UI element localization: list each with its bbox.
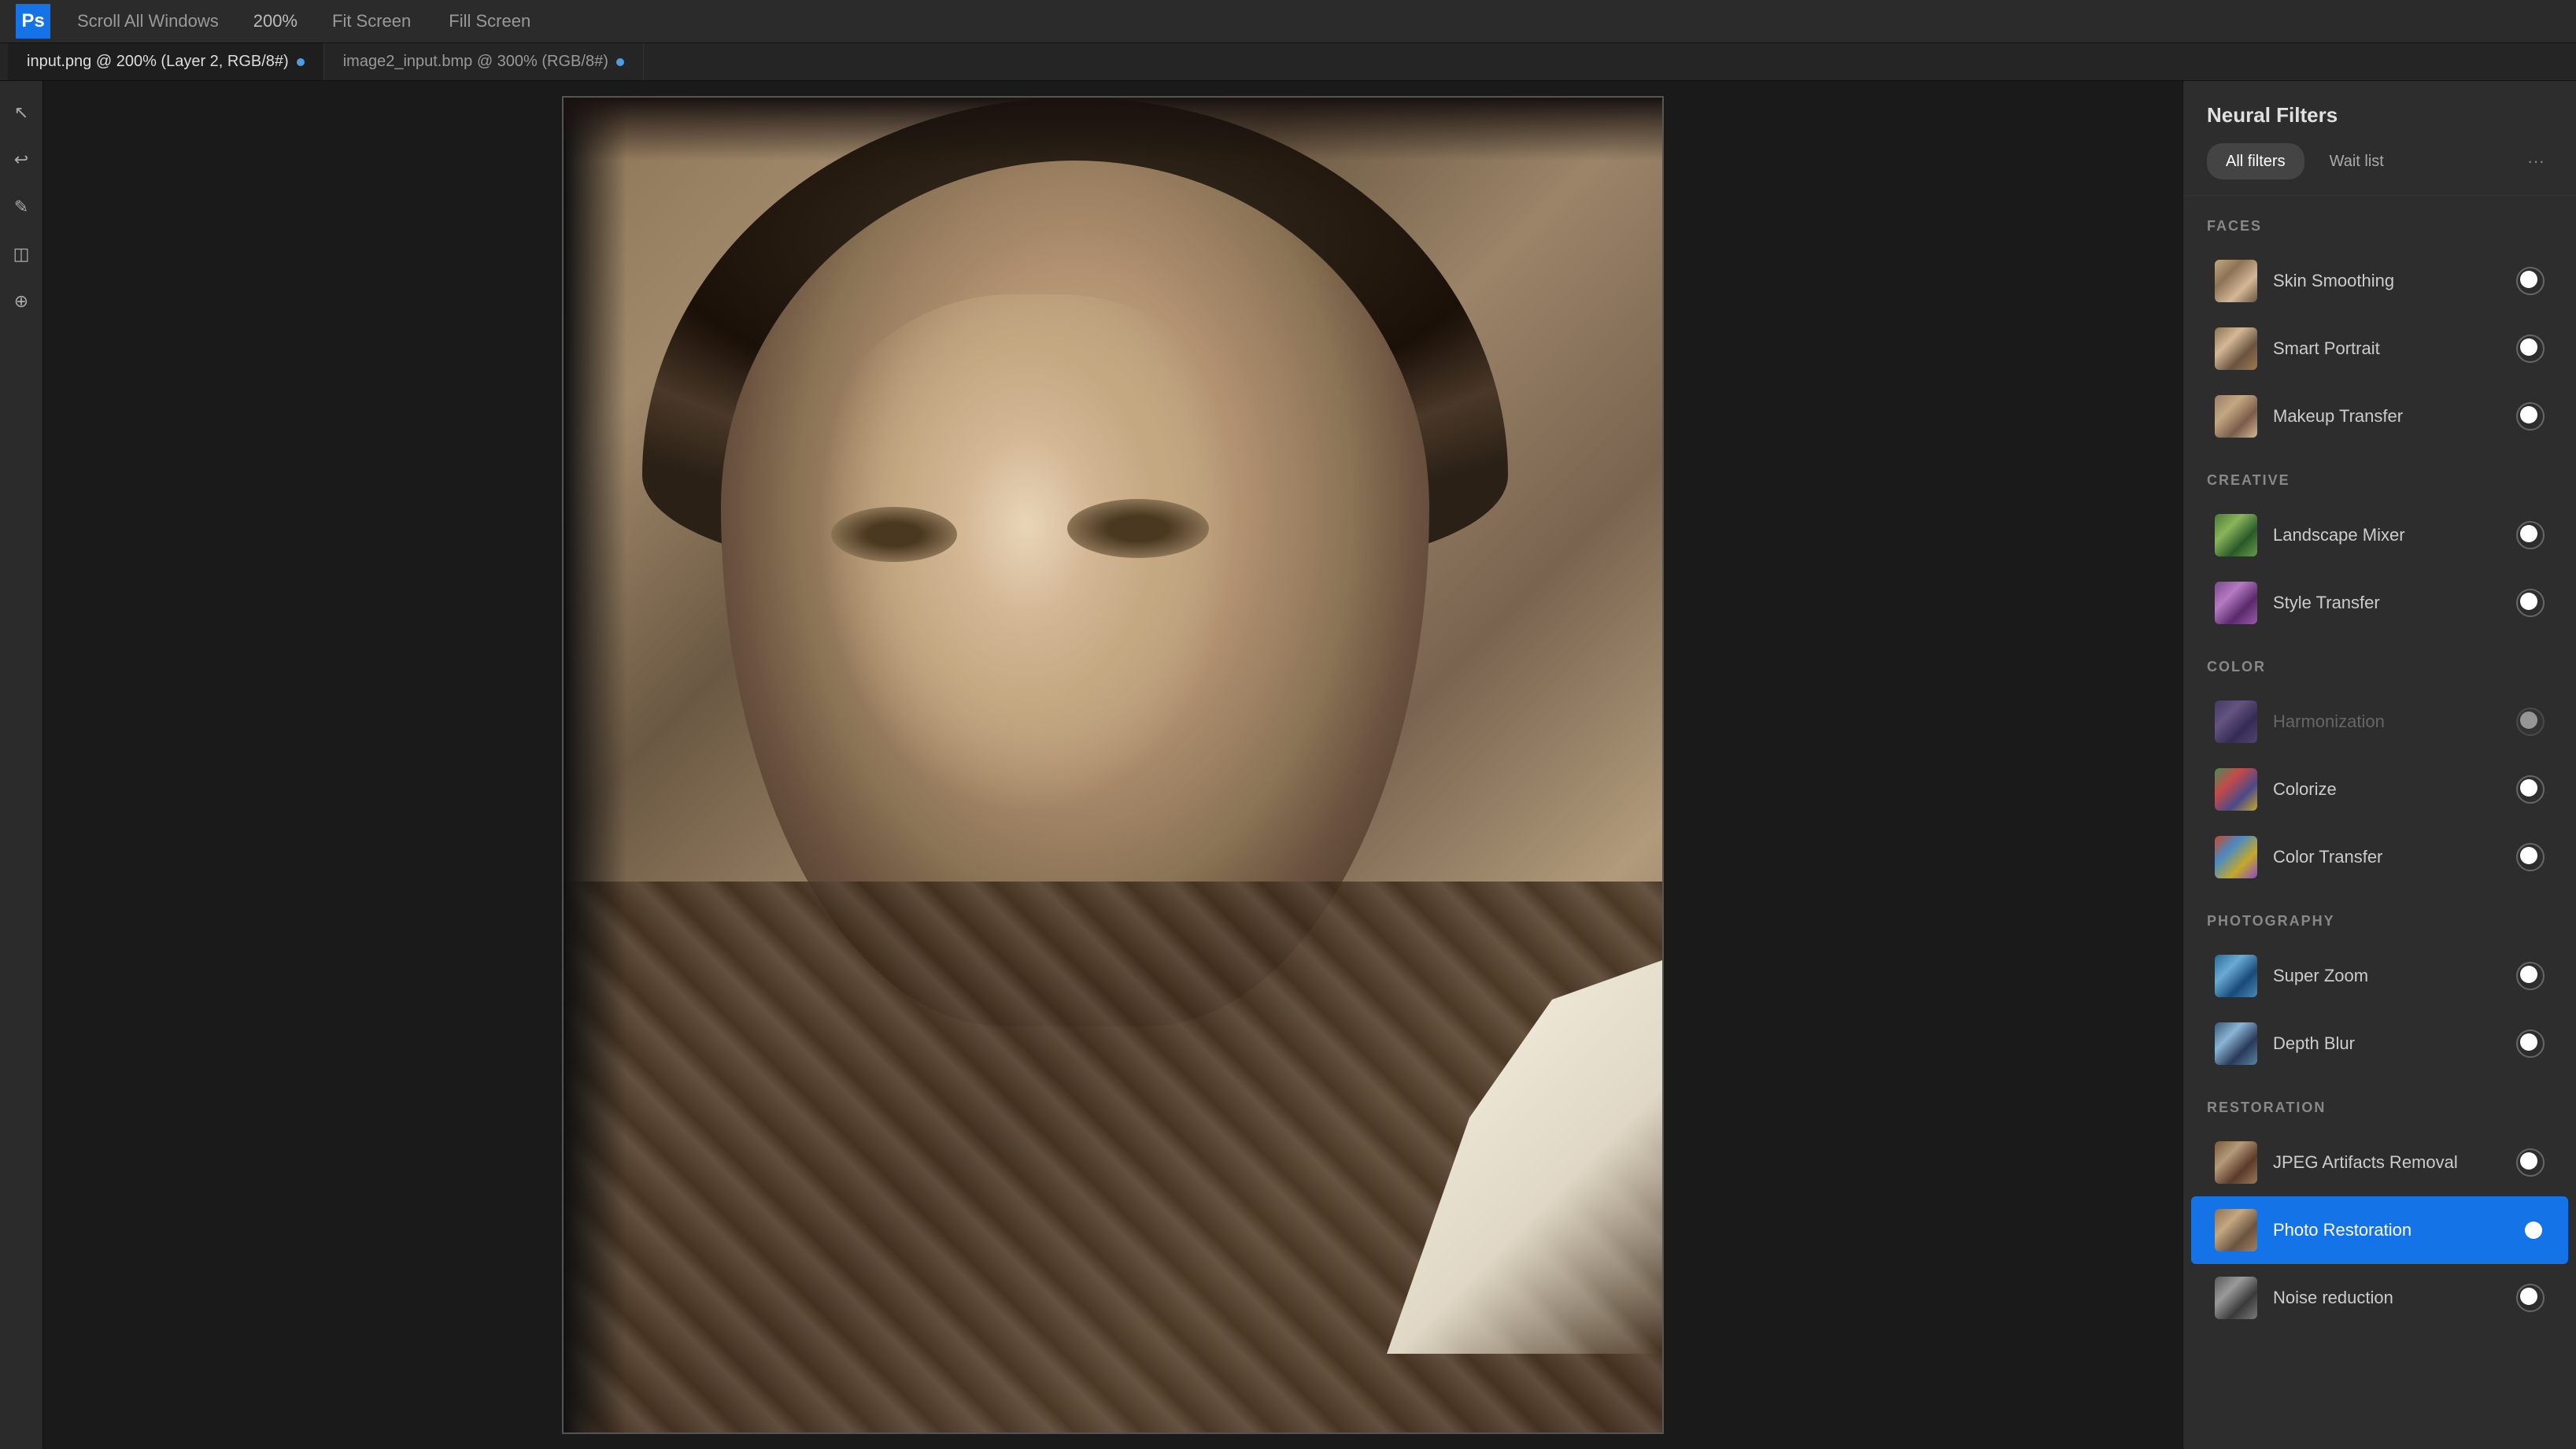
- tab-input-png[interactable]: input.png @ 200% (Layer 2, RGB/8#): [8, 43, 324, 80]
- photo-container: [381, 81, 1845, 1449]
- toggle-makeup-transfer[interactable]: +: [2516, 402, 2545, 431]
- tab-modified-indicator: [297, 58, 305, 66]
- filter-name-color-transfer: Color Transfer: [2273, 847, 2516, 867]
- tab-bar: input.png @ 200% (Layer 2, RGB/8#) image…: [0, 43, 2576, 81]
- history-tool[interactable]: ↩: [6, 144, 37, 176]
- filter-thumb-super-zoom: [2215, 955, 2257, 997]
- filter-jpeg-artifacts[interactable]: JPEG Artifacts Removal +: [2191, 1129, 2568, 1196]
- filter-thumb-jpeg-artifacts: [2215, 1141, 2257, 1184]
- panel-tabs: All filters Wait list ···: [2207, 143, 2552, 179]
- panel-title: Neural Filters: [2207, 103, 2552, 128]
- filter-thumb-makeup-transfer: [2215, 395, 2257, 438]
- filter-name-smart-portrait: Smart Portrait: [2273, 338, 2516, 359]
- filter-style-transfer[interactable]: Style Transfer +: [2191, 569, 2568, 637]
- filter-thumb-colorize: [2215, 768, 2257, 811]
- more-options-button[interactable]: ···: [2519, 143, 2552, 179]
- filter-thumb-color-transfer: [2215, 836, 2257, 878]
- filter-thumb-landscape-mixer: [2215, 514, 2257, 556]
- section-photography: PHOTOGRAPHY: [2183, 891, 2576, 942]
- filter-name-style-transfer: Style Transfer: [2273, 593, 2516, 613]
- section-faces: FACES: [2183, 196, 2576, 247]
- filter-smart-portrait[interactable]: Smart Portrait +: [2191, 315, 2568, 383]
- filter-name-jpeg-artifacts: JPEG Artifacts Removal: [2273, 1152, 2516, 1173]
- move-tool[interactable]: ↖: [6, 97, 37, 128]
- filter-thumb-style-transfer: [2215, 582, 2257, 624]
- filter-name-noise-reduction: Noise reduction: [2273, 1288, 2516, 1308]
- section-color: COLOR: [2183, 637, 2576, 688]
- tab-modified-indicator-2: [616, 58, 624, 66]
- toggle-depth-blur[interactable]: +: [2516, 1029, 2545, 1058]
- filter-noise-reduction[interactable]: Noise reduction +: [2191, 1264, 2568, 1332]
- filter-colorize[interactable]: Colorize +: [2191, 756, 2568, 823]
- tab-image2-bmp[interactable]: image2_input.bmp @ 300% (RGB/8#): [324, 43, 644, 80]
- toggle-smart-portrait[interactable]: +: [2516, 335, 2545, 363]
- filter-thumb-photo-restoration: [2215, 1209, 2257, 1251]
- canvas-area: [43, 81, 2182, 1449]
- section-creative: CREATIVE: [2183, 450, 2576, 501]
- filter-makeup-transfer[interactable]: Makeup Transfer +: [2191, 383, 2568, 450]
- toggle-photo-restoration[interactable]: [2504, 1219, 2545, 1241]
- toggle-colorize[interactable]: +: [2516, 775, 2545, 804]
- panel-header: Neural Filters All filters Wait list ···: [2183, 81, 2576, 196]
- zoom-tool[interactable]: ⊕: [6, 286, 37, 317]
- toggle-skin-smoothing[interactable]: +: [2516, 267, 2545, 295]
- filter-harmonization[interactable]: Harmonization +: [2191, 688, 2568, 756]
- tab-all-filters[interactable]: All filters: [2207, 143, 2304, 179]
- filter-name-skin-smoothing: Skin Smoothing: [2273, 271, 2516, 291]
- filter-depth-blur[interactable]: Depth Blur +: [2191, 1010, 2568, 1078]
- filter-super-zoom[interactable]: Super Zoom +: [2191, 942, 2568, 1010]
- scroll-all-windows-button[interactable]: Scroll All Windows: [66, 6, 230, 36]
- filter-name-makeup-transfer: Makeup Transfer: [2273, 406, 2516, 427]
- toggle-noise-reduction[interactable]: +: [2516, 1284, 2545, 1312]
- filter-color-transfer[interactable]: Color Transfer +: [2191, 823, 2568, 891]
- main-area: ↖ ↩ ✎ ◫ ⊕: [0, 81, 2576, 1449]
- filter-skin-smoothing[interactable]: Skin Smoothing +: [2191, 247, 2568, 315]
- filter-name-landscape-mixer: Landscape Mixer: [2273, 525, 2516, 545]
- filter-thumb-noise-reduction: [2215, 1277, 2257, 1319]
- fit-screen-button[interactable]: Fit Screen: [321, 6, 422, 36]
- fill-screen-button[interactable]: Fill Screen: [438, 6, 541, 36]
- filter-name-depth-blur: Depth Blur: [2273, 1033, 2516, 1054]
- eraser-tool[interactable]: ◫: [6, 238, 37, 270]
- filter-name-harmonization: Harmonization: [2273, 712, 2516, 732]
- filter-thumb-harmonization: [2215, 700, 2257, 743]
- filter-thumb-smart-portrait: [2215, 327, 2257, 370]
- filter-name-photo-restoration: Photo Restoration: [2273, 1220, 2504, 1240]
- toggle-super-zoom[interactable]: +: [2516, 962, 2545, 990]
- toggle-harmonization[interactable]: +: [2516, 708, 2545, 736]
- toggle-color-transfer[interactable]: +: [2516, 843, 2545, 871]
- top-bar: Ps Scroll All Windows 200% Fit Screen Fi…: [0, 0, 2576, 43]
- filter-name-super-zoom: Super Zoom: [2273, 966, 2516, 986]
- filter-thumb-skin-smoothing: [2215, 260, 2257, 302]
- section-restoration: RESTORATION: [2183, 1078, 2576, 1129]
- app-logo: Ps: [16, 4, 50, 39]
- brush-tool[interactable]: ✎: [6, 191, 37, 223]
- toggle-style-transfer[interactable]: +: [2516, 589, 2545, 617]
- neural-filters-panel: Neural Filters All filters Wait list ···…: [2182, 81, 2576, 1449]
- filter-landscape-mixer[interactable]: Landscape Mixer +: [2191, 501, 2568, 569]
- panel-body: FACES Skin Smoothing + Smart Portrait + …: [2183, 196, 2576, 1449]
- zoom-level: 200%: [246, 11, 305, 31]
- skin-highlight: [800, 294, 1272, 845]
- left-toolbar: ↖ ↩ ✎ ◫ ⊕: [0, 81, 43, 1449]
- left-eye: [831, 507, 957, 562]
- filter-name-colorize: Colorize: [2273, 779, 2516, 800]
- filter-photo-restoration[interactable]: Photo Restoration: [2191, 1196, 2568, 1264]
- toggle-jpeg-artifacts[interactable]: +: [2516, 1148, 2545, 1177]
- tab-wait-list[interactable]: Wait list: [2311, 143, 2403, 179]
- toggle-landscape-mixer[interactable]: +: [2516, 521, 2545, 549]
- vintage-photo: [562, 96, 1664, 1434]
- right-eye: [1067, 499, 1209, 558]
- filter-thumb-depth-blur: [2215, 1022, 2257, 1065]
